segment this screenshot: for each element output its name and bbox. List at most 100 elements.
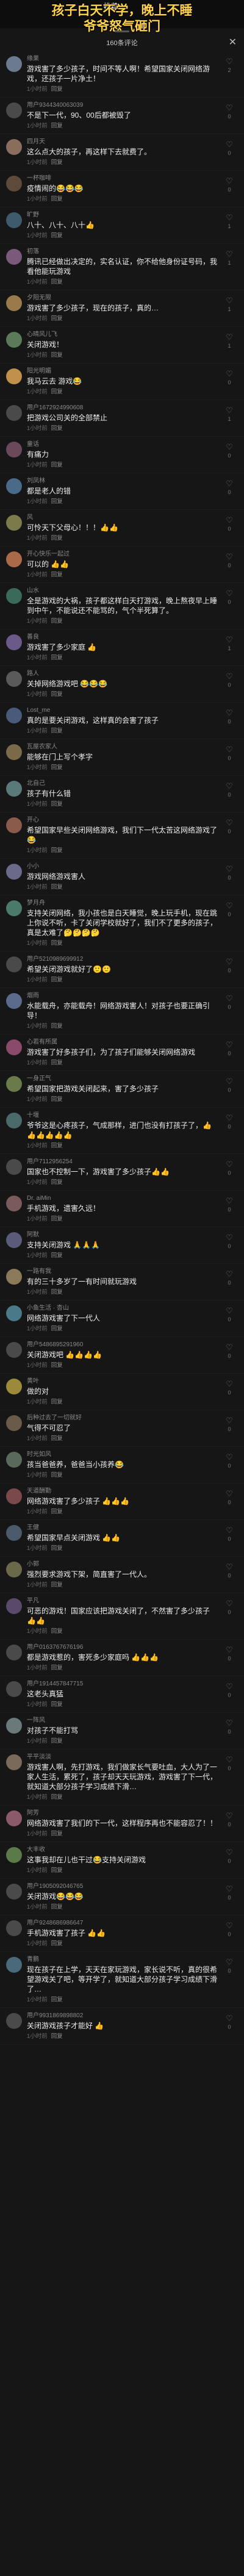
- comment-item[interactable]: 善良 游戏害了多少家庭 👍 1小时前 回复 ♡ 1: [0, 630, 244, 666]
- comment-username[interactable]: 用户1905092046765: [27, 1882, 217, 1890]
- like-button[interactable]: ♡ 0: [221, 1526, 238, 1543]
- reply-button[interactable]: 回复: [51, 1509, 63, 1515]
- reply-button[interactable]: 回复: [51, 764, 63, 771]
- comment-username[interactable]: 大丰收: [27, 1846, 217, 1854]
- avatar[interactable]: [6, 249, 22, 265]
- like-button[interactable]: ♡ 0: [221, 902, 238, 918]
- comment-username[interactable]: 刘凤林: [27, 477, 217, 485]
- avatar[interactable]: [6, 1562, 22, 1577]
- avatar[interactable]: [6, 1598, 22, 1614]
- reply-button[interactable]: 回复: [51, 1399, 63, 1405]
- avatar[interactable]: [6, 295, 22, 311]
- reply-button[interactable]: 回复: [51, 1252, 63, 1259]
- comment-username[interactable]: 旷野: [27, 211, 217, 219]
- comment-item[interactable]: 一路有我 有的三十多岁了一有时间就玩游戏 1小时前 回复 ♡ 0: [0, 1264, 244, 1301]
- like-button[interactable]: ♡ 0: [221, 553, 238, 569]
- like-button[interactable]: ♡ 0: [221, 1958, 238, 1975]
- reply-button[interactable]: 回复: [51, 884, 63, 891]
- comment-item[interactable]: 心晴风儿飞 关闭游戏！ 1小时前 回复 ♡ 1: [0, 327, 244, 364]
- like-button[interactable]: ♡ 0: [221, 1885, 238, 1901]
- comment-username[interactable]: 一身正气: [27, 1075, 217, 1083]
- comment-username[interactable]: 开心快乐一起过: [27, 550, 217, 558]
- like-button[interactable]: ♡ 0: [221, 2014, 238, 2031]
- avatar[interactable]: [6, 1113, 22, 1128]
- comment-username[interactable]: 用户9344340063039: [27, 101, 217, 109]
- close-icon[interactable]: ✕: [229, 36, 237, 48]
- reply-button[interactable]: 回复: [51, 462, 63, 468]
- comment-username[interactable]: 平凡: [27, 1597, 217, 1605]
- reply-button[interactable]: 回复: [51, 1060, 63, 1066]
- like-button[interactable]: ♡ 0: [221, 1563, 238, 1579]
- comment-username[interactable]: 青鹏: [27, 1956, 217, 1964]
- comment-item[interactable]: Dr. aiMin 手机游戏，遗害久远！ 1小时前 回复 ♡ 0: [0, 1191, 244, 1227]
- like-button[interactable]: ♡ 0: [221, 1416, 238, 1433]
- avatar[interactable]: [6, 1196, 22, 1211]
- like-button[interactable]: ♡ 0: [221, 104, 238, 120]
- comment-item[interactable]: 风可怜天下父母心！！！👍👍 1小时前 回复 ♡ 0: [0, 510, 244, 547]
- like-button[interactable]: ♡ 0: [221, 1114, 238, 1130]
- avatar[interactable]: [6, 1269, 22, 1285]
- reply-button[interactable]: 回复: [51, 1023, 63, 1030]
- reply-button[interactable]: 回复: [51, 1940, 63, 1947]
- like-button[interactable]: ♡ 0: [221, 1490, 238, 1506]
- reply-button[interactable]: 回复: [51, 1867, 63, 1874]
- reply-button[interactable]: 回复: [51, 1143, 63, 1149]
- comment-username[interactable]: 开心: [27, 816, 217, 824]
- like-button[interactable]: ♡ 0: [221, 709, 238, 725]
- comment-item[interactable]: 用户0163767676196 都是游戏惹的，害死多少家庭吗 👍👍👍 1小时前 回复 ♡…: [0, 1640, 244, 1676]
- comment-item[interactable]: 青鹏 现在孩子在上学，天天在家玩游戏，家长说不听，真的很希望游戏关了吧，等开学了，…: [0, 1952, 244, 2008]
- like-button[interactable]: ♡ 0: [221, 672, 238, 689]
- avatar[interactable]: [6, 744, 22, 760]
- comment-username[interactable]: 用户1672924990608: [27, 404, 217, 412]
- like-button[interactable]: ♡ 0: [221, 177, 238, 193]
- reply-button[interactable]: 回复: [51, 1362, 63, 1369]
- avatar[interactable]: [6, 1415, 22, 1431]
- like-button[interactable]: ♡ 2: [221, 57, 238, 74]
- comment-item[interactable]: 初落 腾讯已经做出决定的，实名认证，你不给他身份证号码，我看他能玩游戏 1小时前 回复…: [0, 244, 244, 290]
- comment-item[interactable]: 小小 游戏网络游戏害人 1小时前 回复 ♡ 0: [0, 859, 244, 895]
- avatar[interactable]: [6, 1810, 22, 1826]
- avatar[interactable]: [6, 671, 22, 687]
- reply-button[interactable]: 回复: [51, 498, 63, 505]
- comment-username[interactable]: 用户9248686986647: [27, 1919, 217, 1927]
- comment-username[interactable]: 心若有所属: [27, 1038, 217, 1046]
- comment-username[interactable]: 山水: [27, 587, 217, 595]
- comment-username[interactable]: 小郭: [27, 1560, 217, 1568]
- reply-button[interactable]: 回复: [51, 352, 63, 359]
- comment-item[interactable]: 一阵风 对孩子不能打骂 1小时前 回复 ♡ 0: [0, 1713, 244, 1749]
- reply-button[interactable]: 回复: [51, 232, 63, 239]
- like-button[interactable]: ♡ 0: [221, 1719, 238, 1735]
- avatar[interactable]: [6, 551, 22, 567]
- comment-item[interactable]: 黄叶 做的对 1小时前 回复 ♡ 0: [0, 1374, 244, 1410]
- like-button[interactable]: ♡ 0: [221, 1599, 238, 1616]
- comment-username[interactable]: 善良: [27, 633, 217, 641]
- comment-item[interactable]: 王健 希望国家早点关闭游戏 👍👍 1小时前 回复 ♡ 0: [0, 1520, 244, 1557]
- avatar[interactable]: [6, 1488, 22, 1504]
- like-button[interactable]: ♡ 0: [221, 819, 238, 835]
- reply-button[interactable]: 回复: [51, 159, 63, 166]
- avatar[interactable]: [6, 864, 22, 880]
- avatar[interactable]: [6, 1645, 22, 1660]
- avatar[interactable]: [6, 1232, 22, 1248]
- comment-username[interactable]: 路人: [27, 670, 217, 678]
- reply-button[interactable]: 回复: [51, 1665, 63, 1671]
- like-button[interactable]: ♡ 0: [221, 745, 238, 762]
- comment-item[interactable]: 平平淡淡 游戏害人啊，先打游戏，我们做家长气要吐血，大人为了一家人生活，累死了，孩…: [0, 1749, 244, 1806]
- avatar[interactable]: [6, 817, 22, 833]
- comment-item[interactable]: 用户5486895291960 关闭游戏吧 👍👍👍👍 1小时前 回复 ♡ 0: [0, 1337, 244, 1374]
- avatar[interactable]: [6, 56, 22, 72]
- avatar[interactable]: [6, 139, 22, 155]
- reply-button[interactable]: 回复: [51, 2033, 63, 2040]
- avatar[interactable]: [6, 1039, 22, 1055]
- reply-button[interactable]: 回复: [51, 86, 63, 93]
- comment-username[interactable]: 心晴风儿飞: [27, 331, 217, 339]
- reply-button[interactable]: 回复: [51, 1701, 63, 1708]
- reply-button[interactable]: 回复: [51, 1096, 63, 1103]
- comment-username[interactable]: 阳光明媚: [27, 367, 217, 375]
- comment-item[interactable]: 阿默 支持关闭游戏 🙏🙏🙏 1小时前 回复 ♡ 0: [0, 1227, 244, 1264]
- comment-username[interactable]: 平平淡淡: [27, 1753, 217, 1761]
- comment-item[interactable]: 用户9248686986647 手机游戏害了孩子 👍👍 1小时前 回复 ♡ 0: [0, 1915, 244, 1952]
- reply-button[interactable]: 回复: [51, 1216, 63, 1222]
- comment-username[interactable]: 小小: [27, 863, 217, 870]
- like-button[interactable]: ♡ 0: [221, 1921, 238, 1938]
